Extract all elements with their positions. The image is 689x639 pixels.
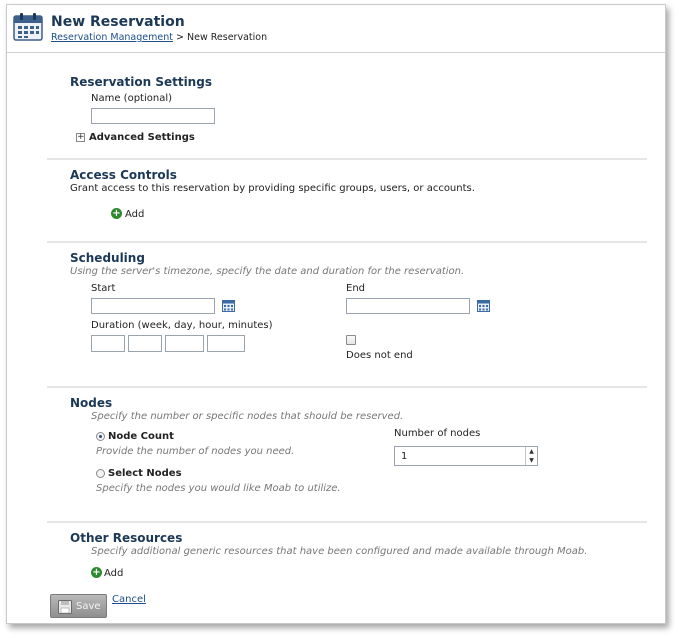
duration-label: Duration (week, day, hour, minutes) (91, 320, 273, 331)
number-of-nodes-label: Number of nodes (394, 428, 481, 439)
access-controls-title: Access Controls (70, 168, 177, 182)
scheduling-description: Using the server's timezone, specify the… (70, 266, 465, 277)
number-of-nodes-value: 1 (401, 451, 408, 462)
section-divider (47, 158, 647, 160)
node-count-label[interactable]: Node Count (108, 431, 174, 442)
does-not-end-label: Does not end (346, 350, 413, 361)
end-label: End (346, 283, 366, 294)
page-header: New Reservation Reservation Management >… (7, 5, 665, 53)
scheduling-title: Scheduling (70, 251, 145, 265)
page-title: New Reservation (51, 14, 185, 30)
reservation-settings-title: Reservation Settings (70, 75, 212, 89)
does-not-end-checkbox[interactable] (346, 335, 356, 345)
start-calendar-icon[interactable] (222, 300, 235, 312)
node-count-help: Provide the number of nodes you need. (96, 446, 295, 457)
breadcrumb: Reservation Management > New Reservation (51, 32, 267, 43)
breadcrumb-current: New Reservation (187, 32, 268, 43)
select-nodes-radio[interactable] (96, 469, 105, 478)
floppy-disk-icon (58, 600, 72, 614)
section-divider (47, 241, 647, 243)
access-controls-add-link[interactable]: Add (125, 209, 144, 220)
other-resources-add-link[interactable]: Add (104, 568, 123, 579)
other-resources-description: Specify additional generic resources tha… (91, 546, 588, 557)
save-button-label: Save (76, 601, 101, 612)
name-input[interactable] (91, 108, 215, 124)
start-label: Start (91, 283, 116, 294)
advanced-settings-toggle[interactable]: Advanced Settings (89, 132, 195, 143)
nodes-title: Nodes (70, 396, 113, 410)
node-count-radio[interactable] (96, 432, 105, 441)
cancel-link[interactable]: Cancel (112, 594, 146, 605)
duration-minutes-input[interactable] (207, 335, 245, 352)
nodes-description: Specify the number or specific nodes tha… (91, 411, 404, 422)
duration-day-input[interactable] (128, 335, 162, 352)
chevron-down-icon[interactable]: ▼ (526, 456, 537, 465)
chevron-up-icon[interactable]: ▲ (526, 447, 537, 456)
select-nodes-help: Specify the nodes you would like Moab to… (96, 483, 341, 494)
plus-circle-icon[interactable]: + (111, 208, 122, 219)
start-date-input[interactable] (91, 298, 215, 314)
duration-week-input[interactable] (91, 335, 125, 352)
plus-circle-icon[interactable]: + (91, 567, 102, 578)
save-button[interactable]: Save (50, 594, 107, 618)
breadcrumb-reservation-management-link[interactable]: Reservation Management (51, 32, 173, 43)
select-nodes-label[interactable]: Select Nodes (108, 468, 182, 479)
duration-hour-input[interactable] (165, 335, 204, 352)
section-divider (47, 386, 647, 388)
other-resources-title: Other Resources (70, 531, 183, 545)
end-date-input[interactable] (346, 298, 470, 314)
new-reservation-page: New Reservation Reservation Management >… (6, 4, 666, 624)
end-calendar-icon[interactable] (477, 300, 490, 312)
access-controls-description: Grant access to this reservation by prov… (70, 183, 475, 194)
advanced-settings-expand-icon[interactable]: + (76, 133, 85, 142)
name-label: Name (optional) (91, 93, 173, 104)
calendar-icon (13, 13, 43, 41)
spinner-arrows: ▲ ▼ (525, 447, 537, 465)
section-divider (47, 521, 647, 523)
number-of-nodes-spinner[interactable]: 1 ▲ ▼ (394, 446, 538, 466)
breadcrumb-separator: > (176, 32, 184, 43)
